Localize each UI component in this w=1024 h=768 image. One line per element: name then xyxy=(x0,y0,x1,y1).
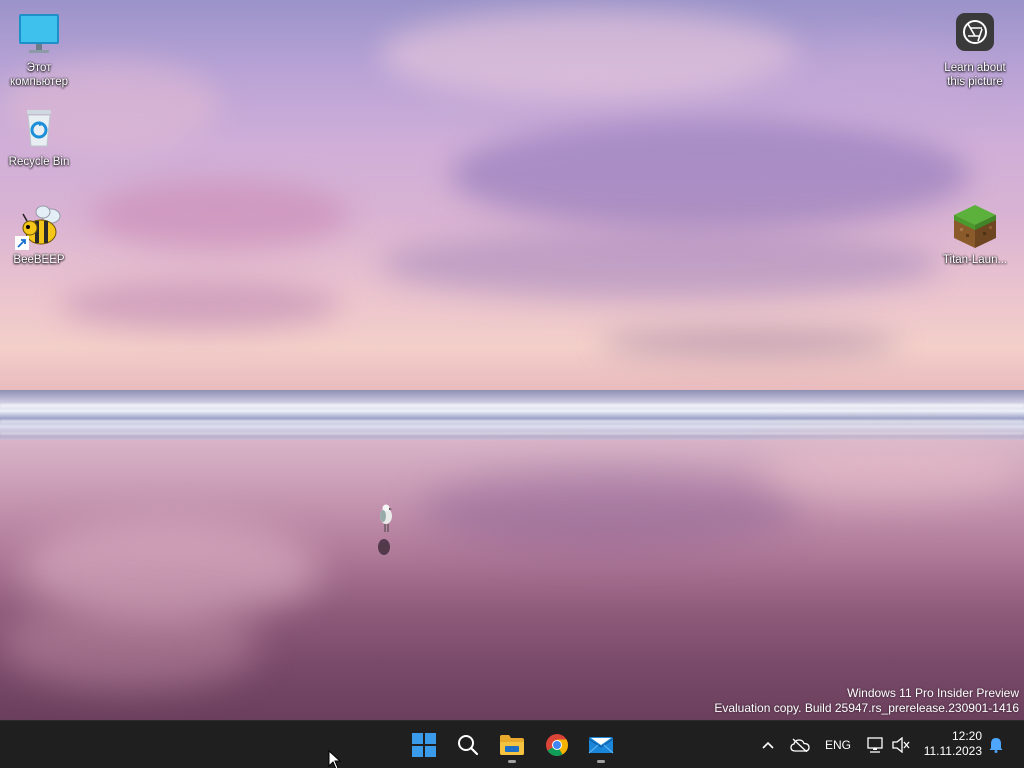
chevron-up-icon xyxy=(762,741,774,749)
shortcut-arrow-icon xyxy=(15,236,29,250)
wallpaper-sky xyxy=(0,0,1024,395)
folder-icon xyxy=(500,735,524,755)
desktop-icon-titan-launcher[interactable]: Titan-Laun... xyxy=(937,202,1013,267)
desktop-icon-label: Learn about this picture xyxy=(944,62,1006,88)
monitor-icon xyxy=(15,10,63,58)
taskbar: ENG 12:20 11.11.2023 xyxy=(0,720,1024,768)
bell-icon xyxy=(989,738,1003,753)
clock-date: 11.11.2023 xyxy=(923,744,982,758)
watermark-line-1: Windows 11 Pro Insider Preview xyxy=(847,686,1019,700)
desktop-icon-label: BeeBEEP xyxy=(13,254,65,266)
desktop-icon-learn-about-picture[interactable]: Learn about this picture xyxy=(937,10,1013,89)
volume-muted-icon xyxy=(892,737,910,753)
camera-icon xyxy=(951,10,999,58)
chrome-button[interactable] xyxy=(537,725,577,765)
desktop-icon-this-pc[interactable]: Этот компьютер xyxy=(1,10,77,89)
network-icon xyxy=(867,737,883,753)
mouse-cursor-icon xyxy=(328,750,342,768)
volume-button[interactable] xyxy=(890,721,912,768)
mail-button[interactable] xyxy=(581,725,621,765)
wallpaper-beach xyxy=(0,440,1024,720)
desktop-icon-recycle-bin[interactable]: Recycle Bin xyxy=(1,104,77,169)
clock[interactable]: 12:20 11.11.2023 xyxy=(924,729,982,759)
bee-icon xyxy=(15,202,63,250)
file-explorer-button[interactable] xyxy=(492,725,532,765)
evaluation-watermark: Windows 11 Pro Insider Preview Evaluatio… xyxy=(714,686,1019,715)
watermark-line-2: Evaluation copy. Build 25947.rs_prerelea… xyxy=(714,700,1019,715)
notifications-button[interactable] xyxy=(986,721,1006,768)
chrome-icon xyxy=(546,734,568,756)
search-button[interactable] xyxy=(448,725,488,765)
network-button[interactable] xyxy=(864,721,886,768)
clock-time: 12:20 xyxy=(951,729,982,743)
cloud-offline-icon xyxy=(790,738,810,752)
show-hidden-icons-button[interactable] xyxy=(758,721,778,768)
start-button[interactable] xyxy=(404,725,444,765)
grass-block-icon xyxy=(951,202,999,250)
seagull-image xyxy=(380,504,392,532)
wallpaper-sea xyxy=(0,390,1024,445)
desktop-icon-label: Recycle Bin xyxy=(8,156,70,168)
running-indicator xyxy=(597,760,605,763)
desktop-icon-beebeep[interactable]: BeeBEEP xyxy=(1,202,77,267)
windows-start-icon xyxy=(412,733,436,757)
language-indicator[interactable]: ENG xyxy=(821,721,855,768)
mail-icon xyxy=(588,737,614,754)
desktop-icon-label: Этот компьютер xyxy=(10,62,68,88)
seagull-reflection xyxy=(378,539,390,555)
desktop[interactable]: Этот компьютер Recycle Bin BeeBEEP Learn… xyxy=(0,0,1024,720)
onedrive-button[interactable] xyxy=(788,721,812,768)
desktop-icon-label: Titan-Laun... xyxy=(942,254,1008,266)
recycle-bin-icon xyxy=(15,104,63,152)
running-indicator xyxy=(508,760,516,763)
search-icon xyxy=(458,735,479,756)
